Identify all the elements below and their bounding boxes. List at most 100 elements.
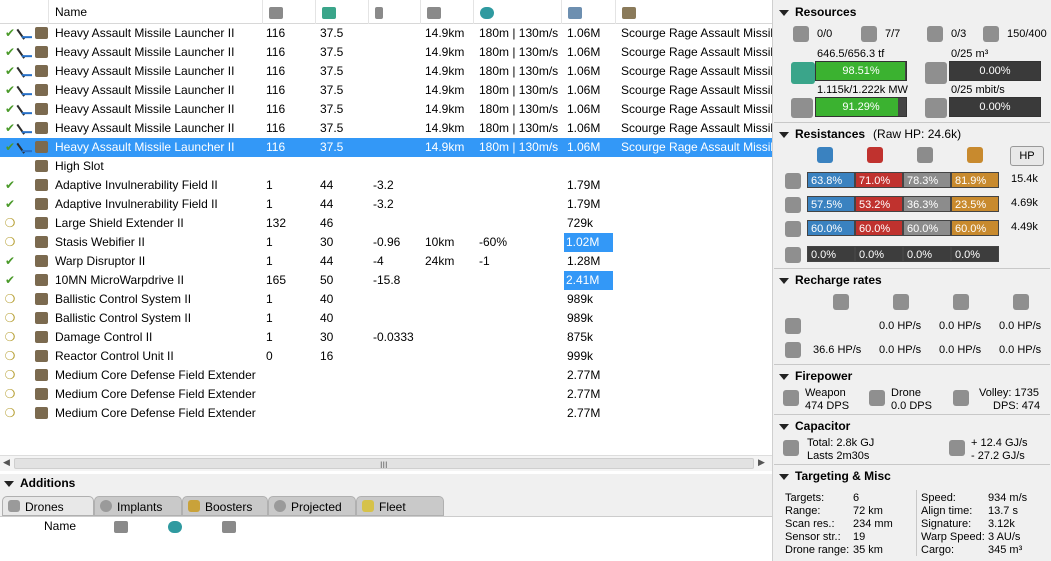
module-row[interactable]: ❍ Reactor Control Unit II 0 16 999k bbox=[0, 347, 772, 366]
module-row[interactable]: ✔ 10MN MicroWarpdrive II 165 50 -15.8 2.41M bbox=[0, 271, 772, 290]
active-check-icon[interactable]: ✔ bbox=[4, 100, 16, 119]
module-cpu: 0 bbox=[266, 349, 273, 363]
cpu-icon bbox=[791, 62, 815, 84]
module-row[interactable]: ❍ Medium Core Defense Field Extender I 2.7… bbox=[0, 366, 772, 385]
powergrid-bar: 91.29% bbox=[815, 97, 907, 117]
online-state-icon[interactable]: ❍ bbox=[4, 290, 16, 309]
tab-drones[interactable]: Drones bbox=[2, 496, 94, 516]
module-optimal bbox=[425, 290, 475, 309]
capacitor-column-header[interactable] bbox=[368, 0, 420, 24]
active-check-icon[interactable]: ✔ bbox=[4, 24, 16, 43]
online-state-icon[interactable]: ❍ bbox=[4, 233, 16, 252]
name-column-header[interactable]: Name bbox=[48, 0, 262, 24]
bandwidth-percent: 0.00% bbox=[979, 101, 1011, 113]
module-falloff bbox=[479, 195, 559, 214]
active-check-icon[interactable]: ✔ bbox=[4, 43, 16, 62]
module-name: Adaptive Invulnerability Field II bbox=[55, 178, 218, 192]
active-check-icon[interactable]: ✔ bbox=[4, 195, 16, 214]
capacitor-icon bbox=[783, 440, 799, 456]
online-state-icon[interactable]: ❍ bbox=[4, 328, 16, 347]
launcher-slots: 7/7 bbox=[885, 28, 901, 40]
capacitor-section-title[interactable]: Capacitor bbox=[779, 419, 850, 433]
module-row[interactable]: ❍ Ballistic Control System II 1 40 989k bbox=[0, 309, 772, 328]
active-check-icon[interactable]: ✔ bbox=[4, 81, 16, 100]
active-check-icon[interactable]: ✔ bbox=[4, 62, 16, 81]
stat-label: Sensor str.: bbox=[785, 531, 841, 543]
recharge-section-title[interactable]: Recharge rates bbox=[779, 273, 882, 287]
powergrid-column-header[interactable] bbox=[315, 0, 368, 24]
scrollbar-thumb[interactable]: III bbox=[14, 458, 754, 470]
online-state-icon[interactable]: ❍ bbox=[4, 309, 16, 328]
resist-value: 0.0% bbox=[855, 246, 903, 262]
online-state-icon[interactable]: ❍ bbox=[4, 347, 16, 366]
resistances-section-title[interactable]: Resistances (Raw HP: 24.6k) bbox=[779, 127, 961, 141]
resources-section-title[interactable]: Resources bbox=[779, 5, 856, 19]
price-column-header[interactable] bbox=[561, 0, 615, 24]
drones-name-header[interactable]: Name bbox=[44, 519, 76, 533]
scroll-right-icon[interactable]: ▶ bbox=[758, 457, 765, 468]
module-row[interactable]: ✔ Heavy Assault Missile Launcher II 116 37.… bbox=[0, 100, 772, 119]
module-cap-use: -3.2 bbox=[373, 197, 394, 211]
module-icon bbox=[34, 195, 50, 214]
scroll-left-icon[interactable]: ◀ bbox=[3, 457, 10, 468]
module-row[interactable]: ✔ Adaptive Invulnerability Field II 1 44 -3.… bbox=[0, 195, 772, 214]
tab-fleet[interactable]: Fleet bbox=[356, 496, 444, 516]
online-state-icon[interactable]: ❍ bbox=[4, 214, 16, 233]
module-row[interactable]: ❍ Damage Control II 1 30 -0.0333 875k bbox=[0, 328, 772, 347]
module-charge: Scourge Rage Assault Missile bbox=[621, 64, 772, 78]
active-check-icon[interactable]: ✔ bbox=[4, 271, 16, 290]
drones-table[interactable]: Name bbox=[0, 516, 772, 561]
module-name: 10MN MicroWarpdrive II bbox=[55, 273, 184, 287]
stat-label: Speed: bbox=[921, 492, 956, 504]
module-icon bbox=[34, 24, 50, 43]
online-state-icon[interactable]: ❍ bbox=[4, 366, 16, 385]
module-price: 2.41M bbox=[564, 271, 613, 290]
module-name: Ballistic Control System II bbox=[55, 292, 192, 306]
active-check-icon[interactable]: ✔ bbox=[4, 252, 16, 271]
tab-implants[interactable]: Implants bbox=[94, 496, 182, 516]
range-column-header[interactable] bbox=[420, 0, 473, 24]
tab-projected[interactable]: Projected bbox=[268, 496, 356, 516]
drone-bay-percent: 0.00% bbox=[979, 65, 1011, 77]
module-row[interactable]: ✔ Heavy Assault Missile Launcher II 116 37.… bbox=[0, 81, 772, 100]
hp-toggle-button[interactable]: HP bbox=[1010, 146, 1044, 166]
module-falloff: -60% bbox=[479, 235, 508, 249]
horizontal-scrollbar[interactable]: ◀ III ▶ bbox=[0, 455, 772, 471]
module-cpu: 116 bbox=[266, 121, 286, 135]
firepower-section-title[interactable]: Firepower bbox=[779, 369, 852, 383]
module-price: 1.06M bbox=[567, 45, 601, 59]
online-state-icon[interactable]: ❍ bbox=[4, 404, 16, 423]
module-row[interactable]: ❍ Large Shield Extender II 132 46 729k bbox=[0, 214, 772, 233]
module-row[interactable]: ✔ Heavy Assault Missile Launcher II 116 37.… bbox=[0, 43, 772, 62]
cpu-column-header[interactable] bbox=[262, 0, 315, 24]
drone-bay-icon bbox=[925, 62, 947, 84]
additions-title[interactable]: Additions bbox=[4, 476, 75, 490]
falloff-column-header[interactable] bbox=[473, 0, 561, 24]
module-row[interactable]: ✔ Warp Disruptor II 1 44 -4 24km -1 1.28M bbox=[0, 252, 772, 271]
tab-boosters[interactable]: Boosters bbox=[182, 496, 268, 516]
module-icon bbox=[34, 157, 50, 176]
online-state-icon[interactable]: ❍ bbox=[4, 385, 16, 404]
module-list[interactable]: ✔ Heavy Assault Missile Launcher II 116 37.… bbox=[0, 24, 772, 454]
drone-bay-bar: 0.00% bbox=[949, 61, 1041, 81]
module-row[interactable]: ✔ Heavy Assault Missile Launcher II 116 37.… bbox=[0, 119, 772, 138]
empty-slot-row[interactable]: High Slot bbox=[0, 157, 772, 176]
module-row[interactable]: ❍ Ballistic Control System II 1 40 989k bbox=[0, 290, 772, 309]
collapse-arrow-icon bbox=[4, 480, 14, 487]
active-check-icon[interactable]: ✔ bbox=[4, 176, 16, 195]
targeting-section-title[interactable]: Targeting & Misc bbox=[779, 469, 891, 483]
active-check-icon[interactable]: ✔ bbox=[4, 119, 16, 138]
module-optimal: 14.9km bbox=[425, 140, 465, 154]
module-row[interactable]: ✔ Adaptive Invulnerability Field II 1 44 -3.… bbox=[0, 176, 772, 195]
module-price: 2.77M bbox=[567, 406, 601, 420]
module-row[interactable]: ❍ Stasis Webifier II 1 30 -0.96 10km -60% 1.02M bbox=[0, 233, 772, 252]
module-row[interactable]: ✔ Heavy Assault Missile Launcher II 116 37.… bbox=[0, 24, 772, 43]
charge-column-header[interactable] bbox=[615, 0, 772, 24]
module-price: 1.06M bbox=[567, 102, 601, 116]
active-check-icon[interactable]: ✔ bbox=[4, 138, 16, 157]
module-row[interactable]: ✔ Heavy Assault Missile Launcher II 116 37.… bbox=[0, 62, 772, 81]
module-row[interactable]: ❍ Medium Core Defense Field Extender I 2.7… bbox=[0, 404, 772, 423]
module-row[interactable]: ❍ Medium Core Defense Field Extender I 2.7… bbox=[0, 385, 772, 404]
module-row[interactable]: ✔ Heavy Assault Missile Launcher II 116 37.… bbox=[0, 138, 772, 157]
module-falloff: 180m | 130m/s bbox=[479, 140, 559, 154]
